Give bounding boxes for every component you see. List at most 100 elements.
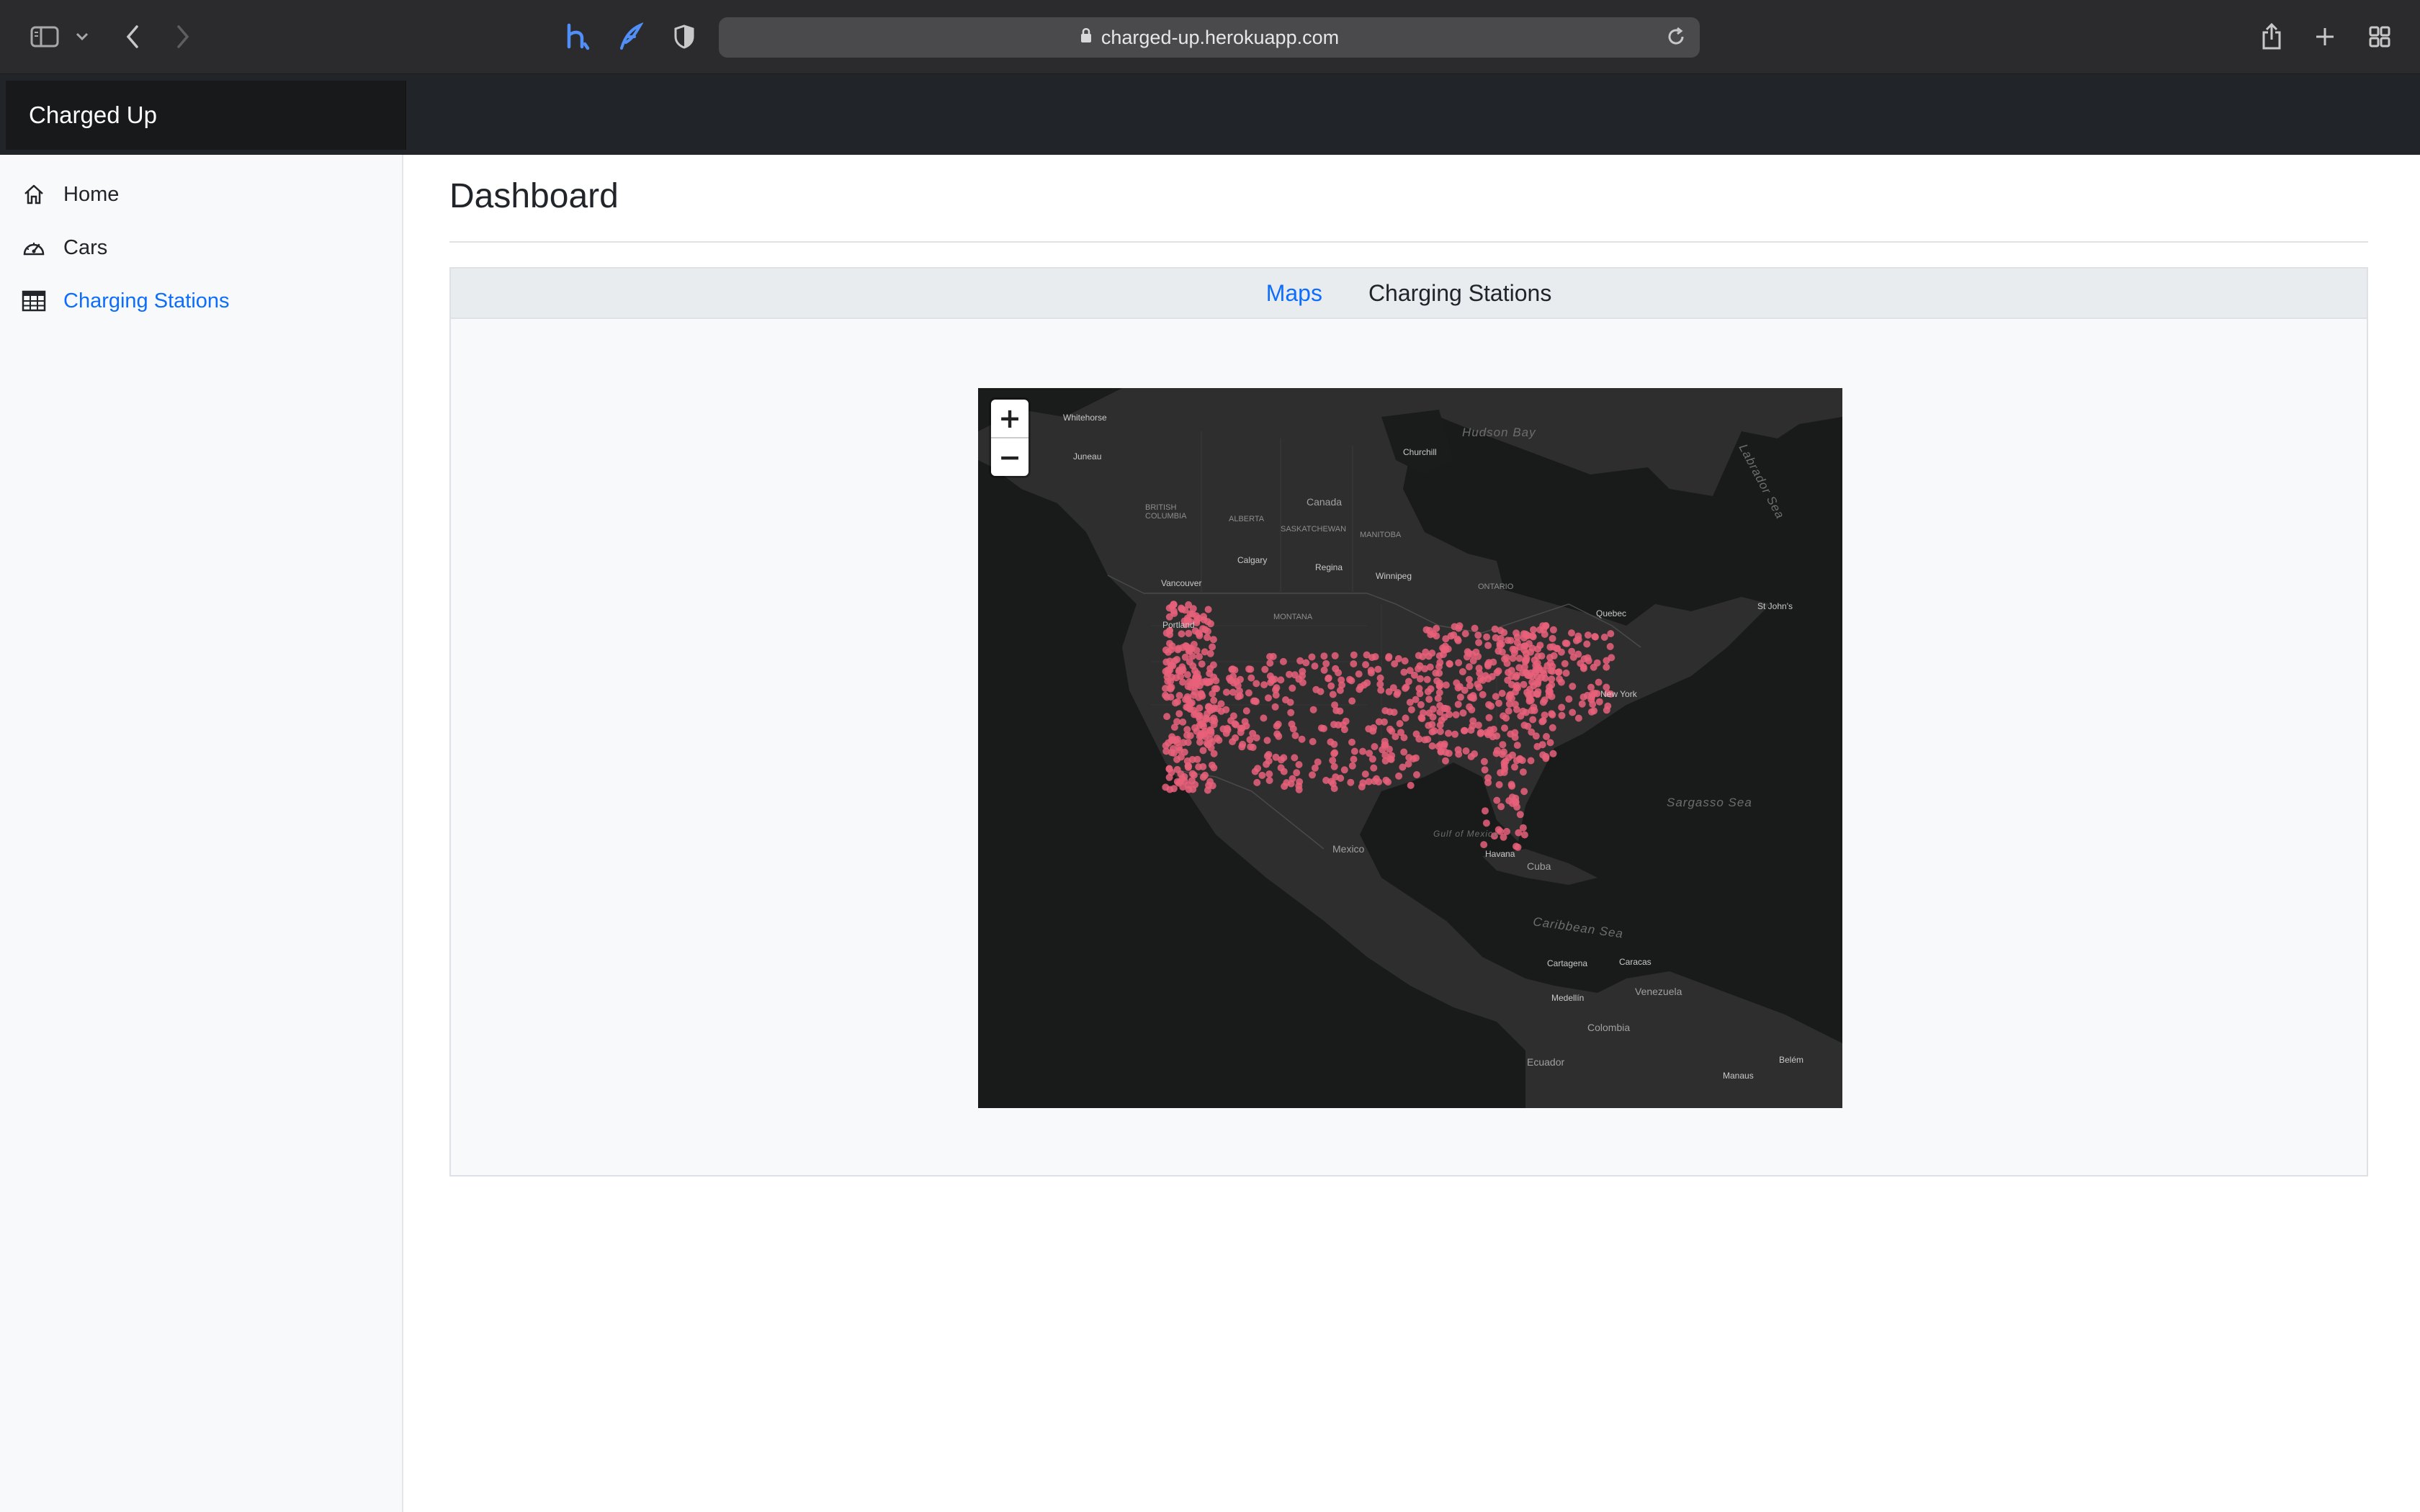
- station-marker[interactable]: [1367, 667, 1375, 675]
- station-marker[interactable]: [1546, 654, 1554, 662]
- station-marker[interactable]: [1277, 676, 1285, 684]
- station-marker[interactable]: [1514, 843, 1522, 851]
- station-marker[interactable]: [1273, 684, 1281, 692]
- station-marker[interactable]: [1312, 685, 1320, 693]
- station-marker[interactable]: [1528, 728, 1536, 736]
- station-marker[interactable]: [1175, 710, 1183, 718]
- station-marker[interactable]: [1568, 647, 1576, 655]
- station-marker[interactable]: [1565, 696, 1573, 703]
- station-marker[interactable]: [1309, 738, 1317, 745]
- sidebar-item-charging-stations[interactable]: Charging Stations: [22, 281, 230, 321]
- station-marker[interactable]: [1531, 706, 1538, 714]
- station-marker[interactable]: [1533, 690, 1541, 698]
- station-marker[interactable]: [1249, 744, 1257, 751]
- station-marker[interactable]: [1421, 736, 1429, 744]
- station-marker[interactable]: [1427, 685, 1435, 693]
- station-marker[interactable]: [1603, 663, 1610, 671]
- station-marker[interactable]: [1479, 690, 1487, 698]
- station-marker[interactable]: [1579, 693, 1587, 701]
- station-marker[interactable]: [1562, 669, 1570, 677]
- station-marker[interactable]: [1261, 665, 1269, 673]
- station-marker[interactable]: [1180, 748, 1188, 756]
- station-marker[interactable]: [1456, 693, 1464, 701]
- station-marker[interactable]: [1210, 764, 1218, 772]
- station-marker[interactable]: [1474, 631, 1482, 639]
- station-marker[interactable]: [1395, 772, 1403, 780]
- station-marker[interactable]: [1232, 721, 1240, 729]
- station-marker[interactable]: [1340, 766, 1348, 774]
- station-marker[interactable]: [1185, 601, 1193, 608]
- station-marker[interactable]: [1385, 688, 1393, 696]
- station-marker[interactable]: [1371, 743, 1379, 750]
- station-marker[interactable]: [1436, 728, 1444, 735]
- station-marker[interactable]: [1524, 631, 1532, 639]
- reload-icon[interactable]: [1665, 26, 1687, 53]
- station-marker[interactable]: [1429, 705, 1437, 713]
- station-marker[interactable]: [1541, 711, 1549, 719]
- station-marker[interactable]: [1206, 670, 1214, 678]
- station-marker[interactable]: [1400, 734, 1408, 742]
- station-marker[interactable]: [1260, 714, 1268, 722]
- station-marker[interactable]: [1253, 778, 1261, 786]
- brand-title[interactable]: Charged Up: [29, 102, 157, 129]
- station-marker[interactable]: [1538, 718, 1546, 726]
- station-marker[interactable]: [1401, 657, 1409, 665]
- station-marker[interactable]: [1413, 771, 1420, 778]
- station-marker[interactable]: [1382, 776, 1390, 784]
- station-marker[interactable]: [1468, 694, 1476, 701]
- station-marker[interactable]: [1348, 762, 1356, 770]
- station-marker[interactable]: [1332, 773, 1340, 781]
- station-marker[interactable]: [1348, 677, 1355, 685]
- station-marker[interactable]: [1368, 755, 1376, 763]
- station-marker[interactable]: [1519, 707, 1527, 715]
- station-marker[interactable]: [1166, 684, 1174, 692]
- station-marker[interactable]: [1376, 674, 1384, 682]
- station-marker[interactable]: [1283, 779, 1291, 787]
- station-marker[interactable]: [1456, 622, 1464, 630]
- station-marker[interactable]: [1508, 695, 1515, 702]
- station-marker[interactable]: [1355, 670, 1363, 678]
- station-marker[interactable]: [1252, 680, 1260, 688]
- station-marker[interactable]: [1480, 841, 1488, 849]
- station-marker[interactable]: [1375, 718, 1383, 726]
- station-marker[interactable]: [1198, 729, 1206, 737]
- station-marker[interactable]: [1232, 678, 1240, 685]
- station-marker[interactable]: [1204, 634, 1211, 642]
- sidebar-toggle-icon[interactable]: [27, 16, 62, 58]
- station-marker[interactable]: [1574, 632, 1582, 640]
- station-marker[interactable]: [1456, 683, 1464, 690]
- station-marker[interactable]: [1331, 749, 1339, 757]
- station-marker[interactable]: [1437, 747, 1445, 755]
- station-marker[interactable]: [1587, 708, 1595, 716]
- station-marker[interactable]: [1185, 697, 1193, 705]
- station-marker[interactable]: [1549, 634, 1556, 642]
- station-marker[interactable]: [1471, 750, 1479, 758]
- station-marker[interactable]: [1475, 665, 1483, 672]
- station-marker[interactable]: [1329, 690, 1337, 698]
- station-marker[interactable]: [1534, 652, 1542, 660]
- station-marker[interactable]: [1482, 672, 1489, 680]
- station-marker[interactable]: [1512, 794, 1520, 802]
- station-marker[interactable]: [1327, 738, 1335, 746]
- station-marker[interactable]: [1507, 730, 1515, 738]
- station-marker[interactable]: [1302, 659, 1310, 667]
- station-marker[interactable]: [1465, 675, 1473, 683]
- station-marker[interactable]: [1543, 733, 1550, 740]
- station-marker[interactable]: [1222, 706, 1230, 714]
- station-marker[interactable]: [1495, 780, 1503, 788]
- station-marker[interactable]: [1497, 803, 1505, 811]
- station-marker[interactable]: [1320, 652, 1328, 660]
- station-marker[interactable]: [1446, 660, 1453, 667]
- station-marker[interactable]: [1183, 671, 1191, 679]
- station-marker[interactable]: [1578, 700, 1586, 708]
- station-marker[interactable]: [1520, 721, 1528, 729]
- station-marker[interactable]: [1246, 736, 1254, 744]
- station-marker[interactable]: [1197, 690, 1205, 698]
- station-marker[interactable]: [1502, 714, 1510, 722]
- station-marker[interactable]: [1555, 668, 1562, 676]
- station-marker[interactable]: [1539, 698, 1547, 706]
- station-marker[interactable]: [1428, 742, 1436, 750]
- station-marker[interactable]: [1455, 750, 1463, 758]
- station-marker[interactable]: [1390, 708, 1398, 716]
- brand-container[interactable]: Charged Up: [6, 81, 406, 150]
